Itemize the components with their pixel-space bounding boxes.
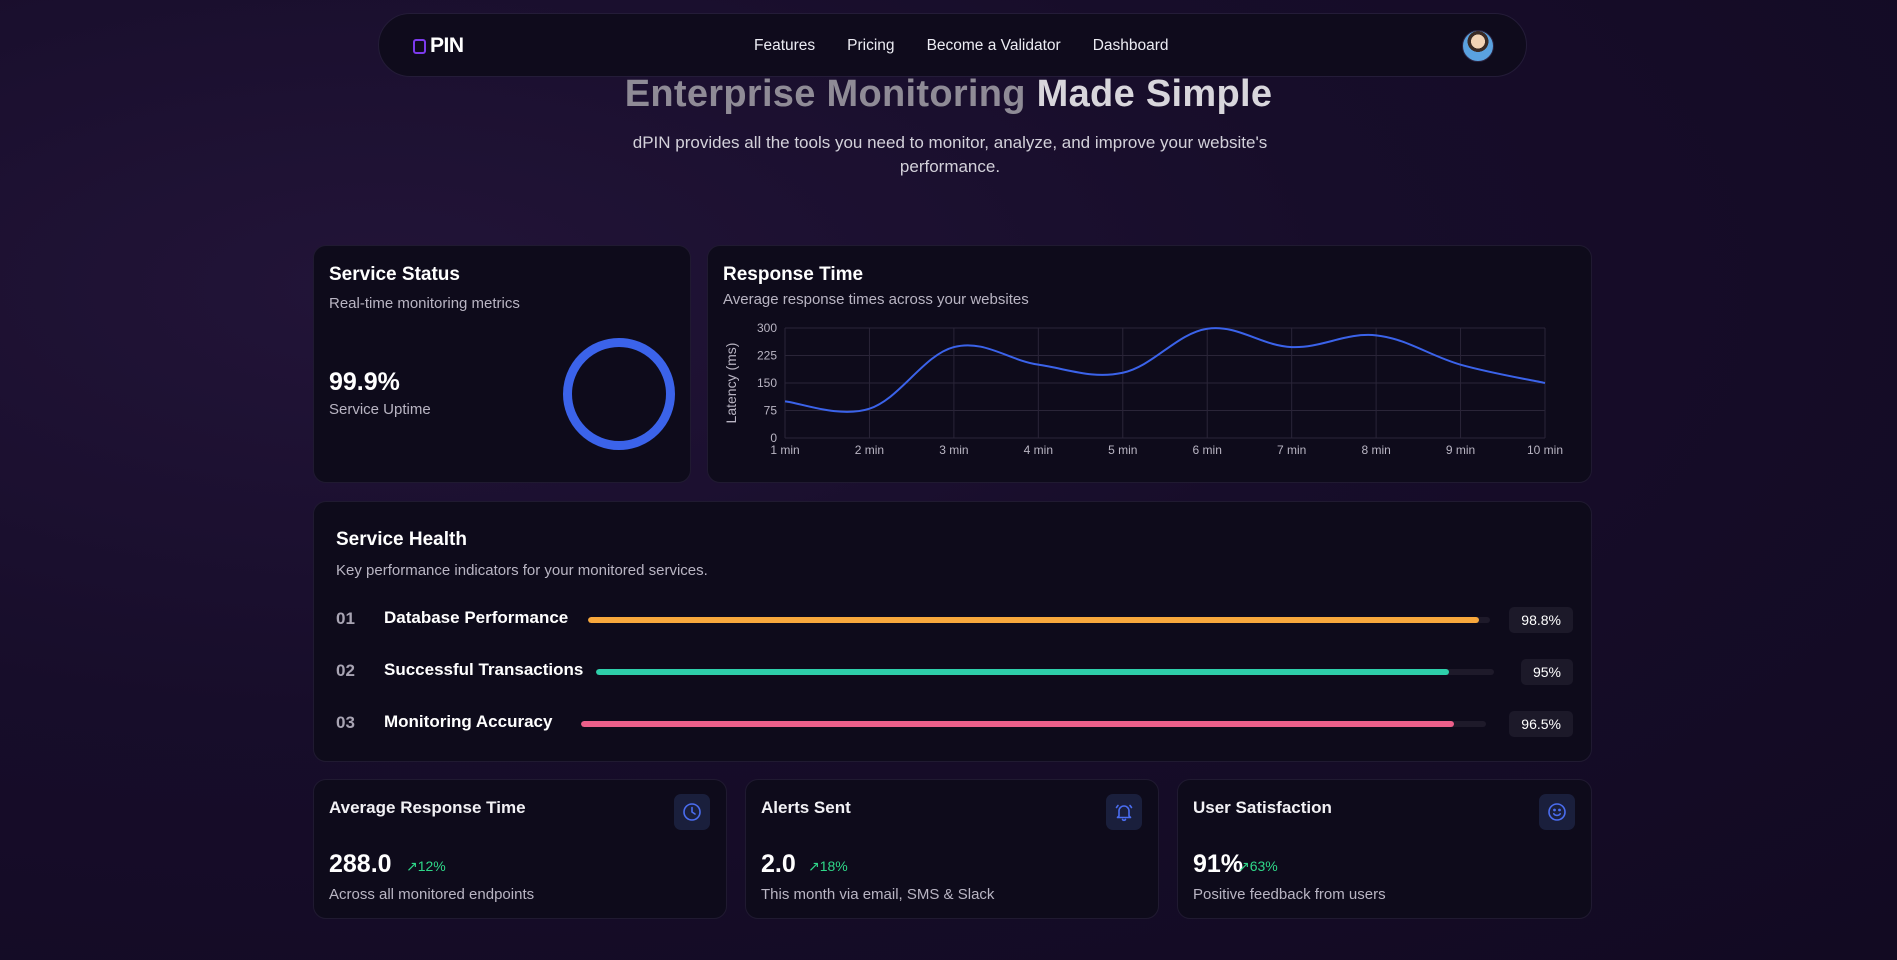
metric-change: ↗12% <box>406 858 446 874</box>
uptime-label: Service Uptime <box>329 401 431 418</box>
metric-value: 288.0 <box>329 850 392 878</box>
hero-title: Enterprise Monitoring Made Simple <box>0 73 1897 116</box>
metric-change: ↗63% <box>1238 858 1278 874</box>
nav-link-become-validator[interactable]: Become a Validator <box>927 37 1061 55</box>
navbar: PIN Features Pricing Become a Validator … <box>378 13 1527 77</box>
hero-title-part1: Enterprise Monitoring <box>624 73 1026 115</box>
health-progress-fill <box>596 669 1450 675</box>
service-status-title: Service Status <box>329 264 460 285</box>
y-tick-label: 150 <box>757 376 777 390</box>
metric-title: Average Response Time <box>329 798 526 817</box>
health-row-name: Database Performance <box>384 608 569 627</box>
x-tick-label: 1 min <box>770 443 799 457</box>
trend-up-icon: ↗ <box>808 858 820 874</box>
x-tick-label: 9 min <box>1446 443 1475 457</box>
metric-card-alerts: Alerts Sent 2.0 ↗18% This month via emai… <box>745 779 1159 919</box>
service-health-card: Service Health Key performance indicator… <box>313 501 1592 762</box>
nav-link-pricing[interactable]: Pricing <box>847 37 894 55</box>
x-tick-label: 10 min <box>1527 443 1563 457</box>
clock-icon <box>674 794 710 830</box>
metric-description: Across all monitored endpoints <box>329 886 535 903</box>
health-value-badge: 98.8% <box>1509 607 1573 633</box>
service-status-card: Service Status Real-time monitoring metr… <box>313 245 691 483</box>
uptime-value: 99.9% <box>329 368 400 396</box>
health-progress-track <box>588 617 1490 623</box>
bell-icon <box>1106 794 1142 830</box>
series-line <box>784 327 1546 413</box>
logo-icon <box>413 38 426 54</box>
logo-text: PIN <box>430 34 464 57</box>
hero-title-part2: Made Simple <box>1036 73 1273 115</box>
nav-link-features[interactable]: Features <box>754 37 815 55</box>
logo[interactable]: PIN <box>413 34 464 58</box>
user-avatar[interactable] <box>1462 30 1494 62</box>
uptime-ring <box>563 338 675 450</box>
y-tick-label: 75 <box>764 404 778 418</box>
health-row-number: 01 <box>336 609 355 628</box>
x-tick-label: 2 min <box>855 443 884 457</box>
metric-value: 91% <box>1193 850 1244 878</box>
x-tick-label: 7 min <box>1277 443 1306 457</box>
metric-change: ↗18% <box>808 858 848 874</box>
y-tick-label: 300 <box>757 321 777 335</box>
health-row-name: Monitoring Accuracy <box>384 712 553 731</box>
metric-title: User Satisfaction <box>1193 798 1332 817</box>
y-tick-label: 225 <box>757 349 777 363</box>
response-time-card: Response Time Average response times acr… <box>707 245 1592 483</box>
health-row-number: 02 <box>336 661 355 680</box>
nav-link-dashboard[interactable]: Dashboard <box>1093 37 1169 55</box>
health-value-badge: 95% <box>1520 659 1573 685</box>
health-row-accuracy: 03 Monitoring Accuracy 96.5% <box>336 711 1573 737</box>
hero-subtitle: dPIN provides all the tools you need to … <box>632 133 1268 176</box>
metric-card-satisfaction: User Satisfaction 91% ↗63% Positive feed… <box>1177 779 1592 919</box>
health-progress-track <box>581 721 1486 727</box>
x-tick-label: 5 min <box>1108 443 1137 457</box>
health-row-number: 03 <box>336 713 355 732</box>
trend-up-icon: ↗ <box>406 858 418 874</box>
health-value-badge: 96.5% <box>1509 711 1573 737</box>
health-progress-track <box>596 669 1494 675</box>
health-row-name: Successful Transactions <box>384 660 584 679</box>
x-tick-label: 4 min <box>1024 443 1053 457</box>
health-progress-fill <box>581 721 1455 727</box>
service-health-subtitle: Key performance indicators for your moni… <box>336 562 708 579</box>
metric-value: 2.0 <box>761 850 796 878</box>
x-tick-label: 6 min <box>1193 443 1222 457</box>
trend-up-icon: ↗ <box>1238 858 1250 874</box>
y-axis-label: Latency (ms) <box>723 343 739 424</box>
metric-card-response-time: Average Response Time 288.0 ↗12% Across … <box>313 779 727 919</box>
x-tick-label: 3 min <box>939 443 968 457</box>
health-row-database: 01 Database Performance 98.8% <box>336 607 1573 633</box>
metric-description: This month via email, SMS & Slack <box>761 886 995 903</box>
metric-description: Positive feedback from users <box>1193 886 1386 903</box>
metric-title: Alerts Sent <box>761 798 851 817</box>
health-row-transactions: 02 Successful Transactions 95% <box>336 659 1573 685</box>
response-time-chart: 0751502253001 min 2 min 3 min 4 min 5 min 6 m… <box>723 321 1563 457</box>
smile-icon <box>1539 794 1575 830</box>
nav-links: Features Pricing Become a Validator Dash… <box>754 14 1201 78</box>
service-health-title: Service Health <box>336 529 467 550</box>
health-progress-fill <box>588 617 1480 623</box>
service-status-subtitle: Real-time monitoring metrics <box>329 295 520 312</box>
x-tick-label: 8 min <box>1361 443 1390 457</box>
